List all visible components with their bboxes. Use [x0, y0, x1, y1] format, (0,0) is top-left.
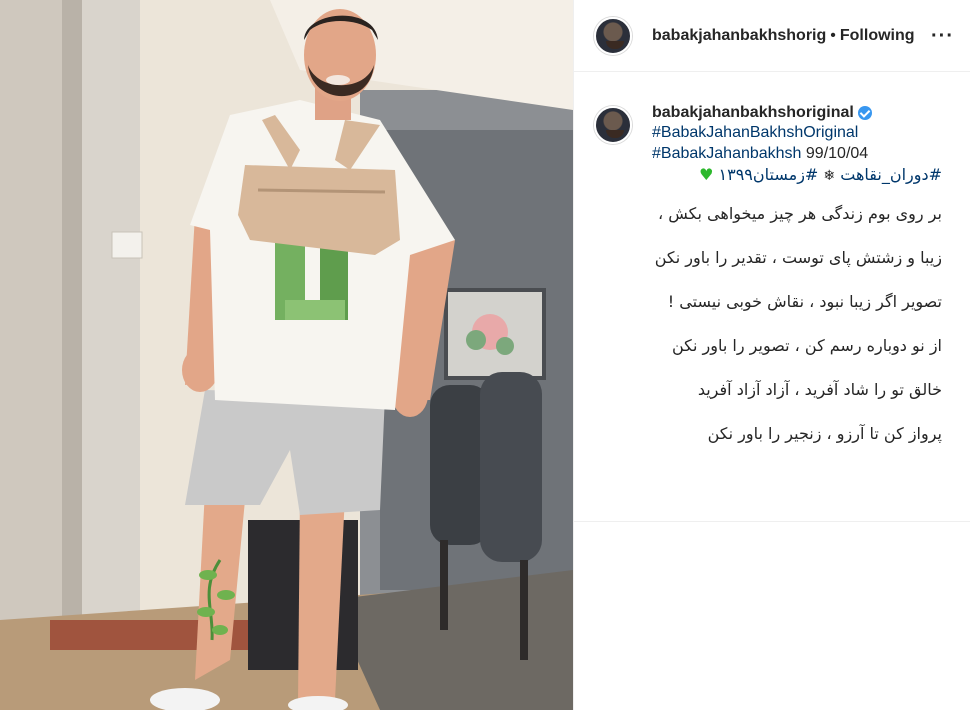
caption-body: babakjahanbakhshoriginal #BabakJahanBakh…: [652, 104, 955, 467]
persian-hashtag-line: #دوران_نقاهت ❄ #زمستان۱۳۹۹ ♥: [652, 164, 942, 187]
caption-poem: بر روی بوم زندگی هر چیز میخواهی بکش ، زی…: [652, 203, 942, 444]
poem-line: خالق تو را شاد آفرید ، آزاد آزاد آفرید: [697, 380, 942, 399]
hashtag-line-1: #BabakJahanBakhshOriginal: [652, 122, 955, 143]
hashtag-babakjahanbakhsh[interactable]: #BabakJahanbakhsh: [652, 145, 801, 162]
header-avatar[interactable]: [594, 16, 632, 55]
poem-line: تصویر اگر زیبا نبود ، نقاش خوبی نیستی !: [667, 292, 942, 311]
poem-line: از نو دوباره رسم کن ، تصویر را باور نکن: [672, 336, 942, 355]
hashtag-line-2: #BabakJahanbakhsh 99/10/04: [652, 143, 955, 164]
post-photo[interactable]: [0, 0, 573, 710]
hashtag-babakjahanbakhshoriginal[interactable]: #BabakJahanBakhshOriginal: [652, 124, 858, 141]
hashtag-convalescence[interactable]: #دوران_نقاهت: [840, 165, 942, 184]
poem-line: پرواز کن تا آرزو ، زنجیر را باور نکن: [707, 424, 942, 443]
verified-badge-icon: [857, 106, 872, 120]
poem-line: زیبا و زشتش پای توست ، تقدیر را باور نکن: [654, 248, 942, 267]
following-button[interactable]: Following: [840, 27, 915, 45]
caption-user-line: babakjahanbakhshoriginal: [652, 104, 955, 122]
post-header: babakjahanbakhshorig • Following ···: [574, 0, 970, 72]
green-heart-icon: ♥: [699, 165, 714, 184]
caption-avatar[interactable]: [594, 106, 632, 144]
caption-date: 99/10/04: [805, 145, 869, 162]
post-side-panel: babakjahanbakhshorig • Following ··· bab…: [573, 0, 970, 710]
caption-username[interactable]: babakjahanbakhshoriginal: [652, 104, 854, 122]
snowflake-icon: ❄: [823, 168, 836, 184]
hashtag-winter-1399[interactable]: #زمستان۱۳۹۹: [719, 165, 819, 184]
poem-line: بر روی بوم زندگی هر چیز میخواهی بکش ،: [658, 204, 942, 223]
photo-illustration: [0, 0, 573, 710]
more-options-icon[interactable]: ···: [931, 26, 954, 46]
comments-area[interactable]: babakjahanbakhshoriginal #BabakJahanBakh…: [574, 84, 970, 522]
caption-row: babakjahanbakhshoriginal #BabakJahanBakh…: [574, 84, 970, 467]
header-separator: •: [830, 26, 836, 44]
header-username[interactable]: babakjahanbakhshorig: [652, 27, 826, 45]
